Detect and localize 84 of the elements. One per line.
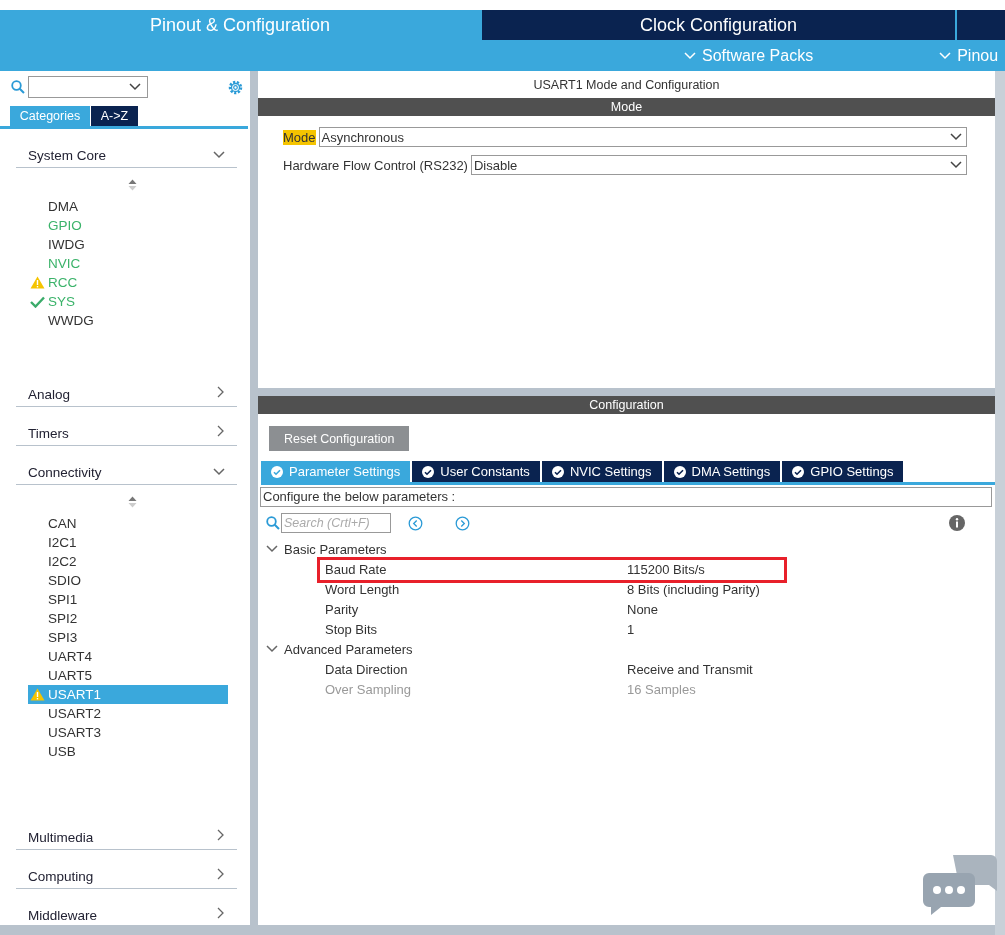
parameter-value[interactable]: 1 [627, 621, 635, 637]
category-header[interactable]: Computing [16, 850, 237, 889]
warning-icon [30, 276, 45, 289]
scroll-arrows-icon [128, 179, 137, 191]
section-header: Mode [258, 98, 995, 116]
tab-strip [957, 10, 1005, 40]
chevron-down-icon [213, 151, 225, 159]
parameter-name: Over Sampling [325, 681, 412, 697]
check-circle-icon [551, 465, 564, 478]
check-circle-icon [422, 465, 435, 478]
chevron-right-icon [217, 829, 225, 841]
hint-text: Configure the below parameters : [260, 487, 992, 507]
peripheral-item[interactable]: DMA [28, 197, 228, 216]
peripheral-item[interactable]: SPI2 [28, 609, 228, 628]
scrollbar[interactable] [995, 71, 1005, 935]
top-tab[interactable]: Clock Configuration [482, 10, 955, 40]
next-icon [455, 515, 470, 531]
scroll-arrows-icon [128, 496, 137, 508]
peripheral-item[interactable]: WWDG [28, 311, 228, 330]
settings-tab[interactable]: DMA Settings [663, 461, 781, 482]
dropdown[interactable]: Asynchronous [318, 127, 967, 147]
settings-tab[interactable]: GPIO Settings [782, 461, 904, 482]
peripheral-item[interactable]: I2C2 [28, 552, 228, 571]
parameter-value[interactable]: 8 Bits (including Parity) [627, 581, 760, 597]
chevron-down-icon [213, 468, 225, 476]
parameter-name: Baud Rate [325, 561, 388, 577]
peripheral-item[interactable]: SPI1 [28, 590, 228, 609]
group-label[interactable]: Basic Parameters [284, 541, 387, 557]
group-label[interactable]: Advanced Parameters [284, 641, 413, 657]
peripheral-item[interactable]: UART5 [28, 666, 228, 685]
parameter-name: Stop Bits [325, 621, 379, 637]
search-field[interactable]: Search (Crtl+F) [281, 513, 391, 533]
search-icon [11, 80, 25, 94]
settings-icon [227, 78, 244, 96]
chat-icon[interactable] [923, 855, 997, 915]
check-circle-icon [792, 465, 805, 478]
chevron-down-icon [266, 645, 278, 653]
chevron-down-icon [266, 545, 278, 553]
category-header[interactable]: Timers [16, 407, 237, 446]
category-header[interactable]: Middleware [16, 889, 237, 928]
peripheral-item[interactable]: IWDG [28, 235, 228, 254]
info-icon [949, 515, 965, 531]
warning-icon [30, 688, 45, 701]
chevron-down-icon [684, 51, 696, 60]
dropdown[interactable]: Disable [470, 155, 967, 175]
view-tab[interactable]: A->Z [91, 106, 138, 126]
parameter-name: Word Length [325, 581, 401, 597]
peripheral-item[interactable]: SDIO [28, 571, 228, 590]
search-combo[interactable] [28, 76, 148, 98]
peripheral-item[interactable]: CAN [28, 514, 228, 533]
parameter-name: Data Direction [325, 661, 409, 677]
search-icon [266, 516, 280, 530]
peripheral-item[interactable]: USB [28, 742, 228, 761]
settings-tab[interactable]: User Constants [412, 461, 540, 482]
chevron-right-icon [217, 386, 225, 398]
section-header: Configuration [258, 396, 995, 414]
parameter-name: Parity [325, 601, 360, 617]
panel-title: USART1 Mode and Configuration [532, 77, 721, 94]
field-label: Mode [283, 129, 316, 145]
category-header[interactable]: Multimedia [16, 811, 237, 850]
chevron-down-icon [950, 161, 962, 169]
chevron-right-icon [217, 907, 225, 919]
parameter-value[interactable]: None [627, 601, 659, 617]
field-label: Hardware Flow Control (RS232) [283, 157, 468, 173]
category-header[interactable]: System Core [16, 129, 237, 168]
peripheral-item[interactable]: I2C1 [28, 533, 228, 552]
check-circle-icon [673, 465, 686, 478]
settings-tab[interactable]: NVIC Settings [541, 461, 662, 482]
peripheral-item[interactable]: SPI3 [28, 628, 228, 647]
check-circle-icon [271, 465, 283, 478]
chevron-down-icon [129, 83, 141, 91]
chevron-right-icon [217, 425, 225, 437]
peripheral-item[interactable]: UART4 [28, 647, 228, 666]
category-header[interactable]: Connectivity [16, 446, 237, 485]
parameter-value[interactable]: 115200 Bits/s [627, 561, 705, 577]
chevron-down-icon [939, 51, 952, 60]
chevron-right-icon [217, 868, 225, 880]
previous-icon [408, 515, 423, 531]
checkmark-icon [30, 295, 45, 308]
chevron-down-icon [950, 133, 962, 141]
peripheral-item[interactable]: USART3 [28, 723, 228, 742]
parameter-value[interactable]: Receive and Transmit [627, 661, 753, 677]
peripheral-item[interactable]: USART2 [28, 704, 228, 723]
category-header[interactable]: Analog [16, 368, 237, 407]
